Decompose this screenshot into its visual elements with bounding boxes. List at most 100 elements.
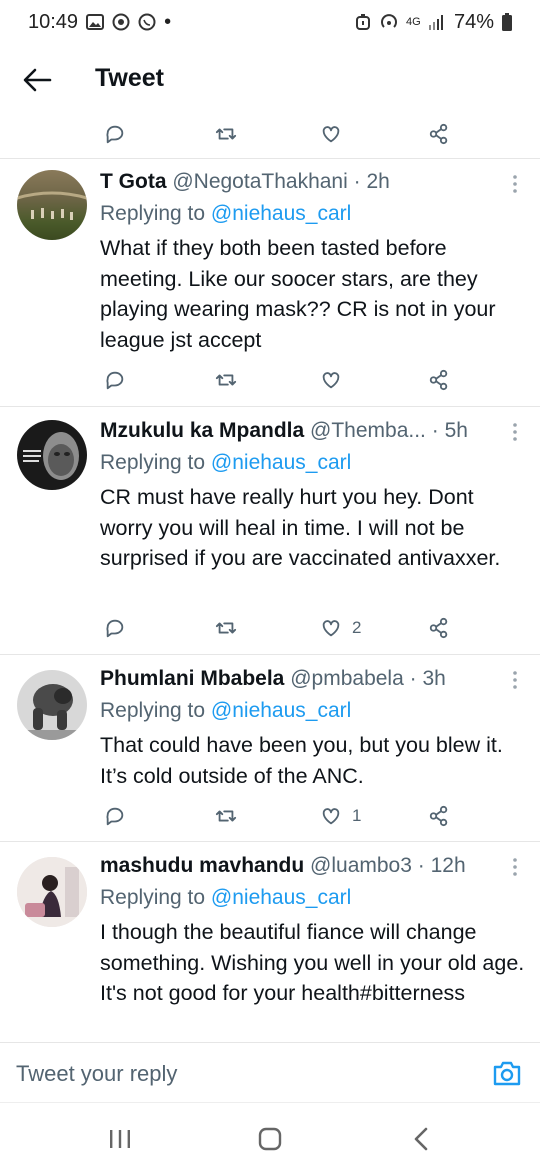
- retweet-icon: [215, 374, 237, 386]
- page-title: Tweet: [95, 64, 164, 92]
- like-count: 2: [352, 618, 362, 637]
- user-handle[interactable]: @Themba...: [310, 419, 426, 442]
- display-name[interactable]: mashudu mavhandu: [100, 854, 304, 877]
- avatar[interactable]: [17, 670, 87, 740]
- reply-button[interactable]: [104, 120, 126, 148]
- more-icon[interactable]: [512, 857, 518, 877]
- separator-dot: ·: [417, 854, 425, 877]
- replying-to: Replying to @niehaus_carl: [100, 202, 351, 226]
- reply-button[interactable]: [104, 802, 126, 830]
- like-count: 1: [352, 806, 362, 825]
- retweet-button[interactable]: [215, 366, 237, 394]
- like-icon: [322, 620, 340, 637]
- tweet-text: I though the beautiful fiance will chang…: [100, 920, 525, 1005]
- replying-prefix: Replying to: [100, 886, 206, 909]
- like-button[interactable]: [320, 366, 352, 394]
- like-icon: [322, 808, 340, 825]
- previous-tweet-actions: [0, 116, 540, 159]
- retweet-icon: [215, 128, 237, 140]
- share-icon: [429, 805, 448, 827]
- replying-prefix: Replying to: [100, 451, 206, 474]
- back-arrow-icon[interactable]: [22, 66, 52, 94]
- replying-prefix: Replying to: [100, 699, 206, 722]
- tweet-time: 5h: [444, 419, 468, 442]
- share-icon: [429, 123, 448, 145]
- user-handle[interactable]: @NegotaThakhani: [172, 170, 347, 193]
- reply-icon: [106, 125, 124, 144]
- reply-button[interactable]: [104, 366, 126, 394]
- reply-tweet[interactable]: T Gota @NegotaThakhani · 2h Replying to …: [0, 158, 540, 407]
- share-icon: [429, 617, 448, 639]
- more-icon[interactable]: [512, 670, 518, 690]
- retweet-button[interactable]: [215, 802, 237, 830]
- reply-icon: [106, 807, 124, 826]
- retweet-icon: [215, 810, 237, 822]
- retweet-button[interactable]: [215, 614, 237, 642]
- tweet-time: 3h: [422, 667, 446, 690]
- status-time: 10:49: [28, 10, 79, 33]
- like-button[interactable]: 2: [320, 614, 361, 642]
- mention-link[interactable]: @niehaus_carl: [211, 886, 351, 909]
- display-name[interactable]: Phumlani Mbabela: [100, 667, 284, 690]
- recents-icon[interactable]: [106, 1125, 134, 1153]
- display-name[interactable]: T Gota: [100, 170, 167, 193]
- avatar[interactable]: [17, 170, 87, 240]
- battery-percent: 74%: [453, 10, 494, 33]
- like-icon: [322, 372, 340, 389]
- reply-button[interactable]: [104, 614, 126, 642]
- display-name[interactable]: Mzukulu ka Mpandla: [100, 419, 304, 442]
- separator-dot: ·: [409, 667, 417, 690]
- tweet-header: mashudu mavhandu @luambo3 · 12h: [100, 854, 510, 878]
- more-icon[interactable]: [512, 422, 518, 442]
- tweet-header: T Gota @NegotaThakhani · 2h: [100, 170, 510, 194]
- replying-to: Replying to @niehaus_carl: [100, 699, 351, 723]
- replying-to: Replying to @niehaus_carl: [100, 886, 351, 910]
- reply-tweet[interactable]: Mzukulu ka Mpandla @Themba... · 5h Reply…: [0, 406, 540, 655]
- retweet-icon: [215, 622, 237, 634]
- replying-to: Replying to @niehaus_carl: [100, 451, 351, 475]
- retweet-button[interactable]: [215, 120, 237, 148]
- share-button[interactable]: [428, 366, 450, 394]
- user-handle[interactable]: @pmbabela: [290, 667, 404, 690]
- like-button[interactable]: [320, 120, 342, 148]
- camera-icon[interactable]: [492, 1059, 522, 1087]
- like-button[interactable]: 1: [320, 802, 361, 830]
- tweet-header: Phumlani Mbabela @pmbabela · 3h: [100, 667, 510, 691]
- reply-tweet[interactable]: Phumlani Mbabela @pmbabela · 3h Replying…: [0, 654, 540, 842]
- mention-link[interactable]: @niehaus_carl: [211, 451, 351, 474]
- network-type: 4G: [405, 16, 421, 28]
- gallery-notification-icon: [86, 14, 105, 30]
- tweet-header: Mzukulu ka Mpandla @Themba... · 5h: [100, 419, 510, 443]
- hotspot-icon: [381, 14, 397, 28]
- more-notifications-dot: •: [164, 10, 172, 33]
- battery-icon: [502, 13, 512, 31]
- separator-dot: ·: [431, 419, 439, 442]
- share-button[interactable]: [428, 802, 450, 830]
- reply-icon: [106, 371, 124, 390]
- system-nav-bar: [0, 1102, 540, 1171]
- tweet-text: What if they both been tasted before mee…: [100, 236, 496, 352]
- reply-input[interactable]: Tweet your reply: [16, 1061, 177, 1087]
- more-icon[interactable]: [512, 174, 518, 194]
- mention-link[interactable]: @niehaus_carl: [211, 699, 351, 722]
- reply-tweet[interactable]: mashudu mavhandu @luambo3 · 12h Replying…: [0, 841, 540, 1042]
- chrome-notification-icon: [112, 13, 130, 31]
- alarm-icon: [355, 14, 370, 30]
- avatar[interactable]: [17, 857, 87, 927]
- mention-link[interactable]: @niehaus_carl: [211, 202, 351, 225]
- tweet-time: 12h: [430, 854, 466, 877]
- home-icon[interactable]: [256, 1125, 284, 1153]
- share-icon: [429, 369, 448, 391]
- whatsapp-notification-icon: [138, 13, 156, 31]
- separator-dot: ·: [353, 170, 361, 193]
- reply-icon: [106, 619, 124, 638]
- reply-composer[interactable]: Tweet your reply: [0, 1042, 540, 1103]
- share-button[interactable]: [428, 614, 450, 642]
- avatar[interactable]: [17, 420, 87, 490]
- user-handle[interactable]: @luambo3: [310, 854, 412, 877]
- like-icon: [322, 126, 340, 143]
- nav-back-icon[interactable]: [408, 1125, 436, 1153]
- app-bar: Tweet: [0, 44, 540, 116]
- share-button[interactable]: [428, 120, 450, 148]
- tweet-text: CR must have really hurt you hey. Dont w…: [100, 485, 501, 570]
